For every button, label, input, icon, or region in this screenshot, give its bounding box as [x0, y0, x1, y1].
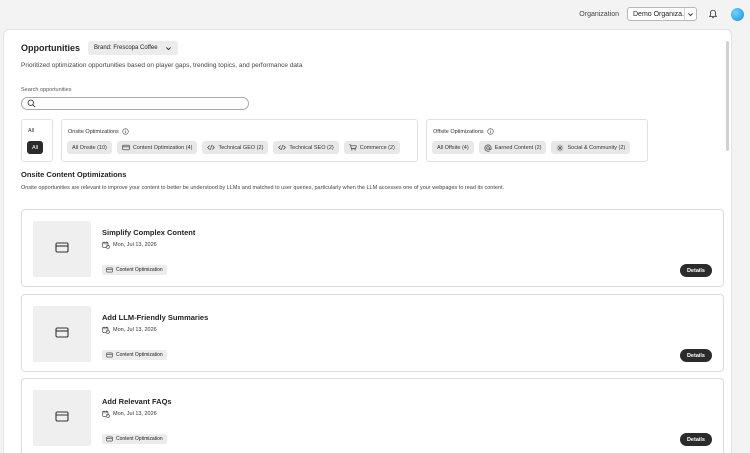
- filter-group-onsite-label: Onsite Optimizations: [68, 128, 129, 135]
- offsite-label-text: Offsite Optimizations: [433, 128, 484, 135]
- details-button[interactable]: Details: [679, 264, 712, 277]
- at-sign-icon: [484, 144, 492, 152]
- top-bar: Organization Demo Organiza...: [0, 0, 750, 28]
- page-title: Opportunities: [21, 43, 80, 53]
- card-icon: [55, 409, 69, 427]
- details-button[interactable]: Details: [679, 433, 712, 446]
- chip-label: All Offsite (4): [437, 144, 469, 151]
- calendar-clock-icon: [102, 410, 110, 418]
- info-icon[interactable]: [122, 128, 129, 135]
- card-icon: [106, 436, 113, 442]
- avatar[interactable]: [731, 7, 744, 21]
- chip-label: Earned Content (2): [494, 144, 542, 151]
- opportunity-card: Add Relevant FAQs Mon, Jul 13, 2026 Cont…: [21, 378, 724, 453]
- card-tag-label: Content Optimization: [116, 436, 163, 442]
- filter-group-offsite-label: Offsite Optimizations: [433, 128, 494, 135]
- chip-all-label: All: [32, 144, 39, 151]
- card-date-text: Mon, Jul 13, 2026: [113, 411, 157, 417]
- chip-technical-seo[interactable]: Technical SEO (2): [273, 141, 339, 154]
- chip-technical-geo[interactable]: Technical GEO (2): [202, 141, 269, 154]
- onsite-label-text: Onsite Optimizations: [68, 128, 119, 135]
- filter-group-offsite: Offsite Optimizations All Offsite (4) Ea…: [426, 119, 648, 162]
- card-thumbnail: [33, 390, 91, 446]
- organization-value: Demo Organiza...: [633, 10, 684, 18]
- card-date: Mon, Jul 13, 2026: [102, 326, 157, 334]
- card-tag: Content Optimization: [102, 434, 167, 444]
- card-title: Simplify Complex Content: [102, 228, 196, 237]
- cart-icon: [349, 144, 357, 151]
- info-icon[interactable]: [487, 128, 494, 135]
- organization-label: Organization: [579, 10, 619, 18]
- chip-label: All Onsite (10): [72, 144, 107, 151]
- card-icon: [55, 240, 69, 258]
- filter-all-label-text: All: [28, 128, 35, 134]
- card-tag-label: Content Optimization: [116, 267, 163, 273]
- filter-chips-all: All: [27, 141, 48, 154]
- calendar-clock-icon: [102, 326, 110, 334]
- chip-label: Content Optimization (4): [132, 144, 193, 151]
- code-icon: [207, 144, 216, 151]
- card-icon: [122, 144, 130, 151]
- chip-commerce[interactable]: Commerce (2): [343, 141, 400, 154]
- section-title: Onsite Content Optimizations: [21, 170, 127, 179]
- chip-earned-content[interactable]: Earned Content (2): [478, 141, 547, 154]
- opportunity-card: Simplify Complex Content Mon, Jul 13, 20…: [21, 209, 724, 287]
- main-panel: Opportunities Brand: Frescopa Coffee Pri…: [3, 29, 732, 453]
- calendar-clock-icon: [102, 241, 110, 249]
- page-subtitle: Prioritized optimization opportunities b…: [21, 62, 303, 69]
- search-box[interactable]: [21, 97, 249, 110]
- search-label: Search opportunities: [21, 87, 72, 93]
- card-title: Add Relevant FAQs: [102, 397, 172, 406]
- card-date-text: Mon, Jul 13, 2026: [113, 242, 157, 248]
- filter-group-all-label: All: [28, 128, 34, 134]
- card-date-text: Mon, Jul 13, 2026: [113, 327, 157, 333]
- filter-chips-offsite: All Offsite (4) Earned Content (2) Socia…: [432, 141, 635, 154]
- chevron-down-icon: [165, 45, 172, 52]
- card-thumbnail: [33, 306, 91, 362]
- filter-group-onsite: Onsite Optimizations All Onsite (10) Con…: [61, 119, 418, 162]
- card-tag: Content Optimization: [102, 265, 167, 275]
- chip-label: Technical GEO (2): [218, 144, 264, 151]
- chip-social-community[interactable]: Social & Community (2): [551, 141, 631, 154]
- card-tag-label: Content Optimization: [116, 352, 163, 358]
- chip-content-optimization[interactable]: Content Optimization (4): [116, 141, 198, 154]
- title-row: Opportunities Brand: Frescopa Coffee: [21, 41, 178, 55]
- card-date: Mon, Jul 13, 2026: [102, 410, 157, 418]
- brand-picker-label: Brand: Frescopa Coffee: [94, 45, 158, 51]
- filter-chips-onsite: All Onsite (10) Content Optimization (4)…: [67, 141, 405, 154]
- brand-picker[interactable]: Brand: Frescopa Coffee: [88, 41, 178, 55]
- card-date: Mon, Jul 13, 2026: [102, 241, 157, 249]
- card-icon: [106, 267, 113, 273]
- chip-all-onsite[interactable]: All Onsite (10): [67, 141, 112, 154]
- filter-group-all: All All: [21, 119, 53, 162]
- chevron-down-icon: [684, 8, 696, 20]
- card-title: Add LLM-Friendly Summaries: [102, 313, 209, 322]
- chip-label: Commerce (2): [359, 144, 395, 151]
- card-thumbnail: [33, 221, 91, 277]
- code-icon: [278, 144, 287, 151]
- scrollbar[interactable]: [726, 41, 729, 151]
- details-button[interactable]: Details: [679, 349, 712, 362]
- bell-icon[interactable]: [707, 8, 719, 20]
- chip-all-offsite[interactable]: All Offsite (4): [432, 141, 474, 154]
- chip-all[interactable]: All: [27, 141, 44, 154]
- card-tag: Content Optimization: [102, 350, 167, 360]
- search-icon: [27, 95, 36, 113]
- network-icon: [556, 144, 564, 152]
- organization-select[interactable]: Demo Organiza...: [627, 7, 697, 21]
- card-icon: [55, 325, 69, 343]
- chip-label: Technical SEO (2): [289, 144, 334, 151]
- search-input[interactable]: [39, 100, 248, 107]
- opportunity-card: Add LLM-Friendly Summaries Mon, Jul 13, …: [21, 294, 724, 372]
- section-description: Onsite opportunities are relevant to imp…: [21, 185, 505, 191]
- chip-label: Social & Community (2): [567, 144, 626, 151]
- card-icon: [106, 352, 113, 358]
